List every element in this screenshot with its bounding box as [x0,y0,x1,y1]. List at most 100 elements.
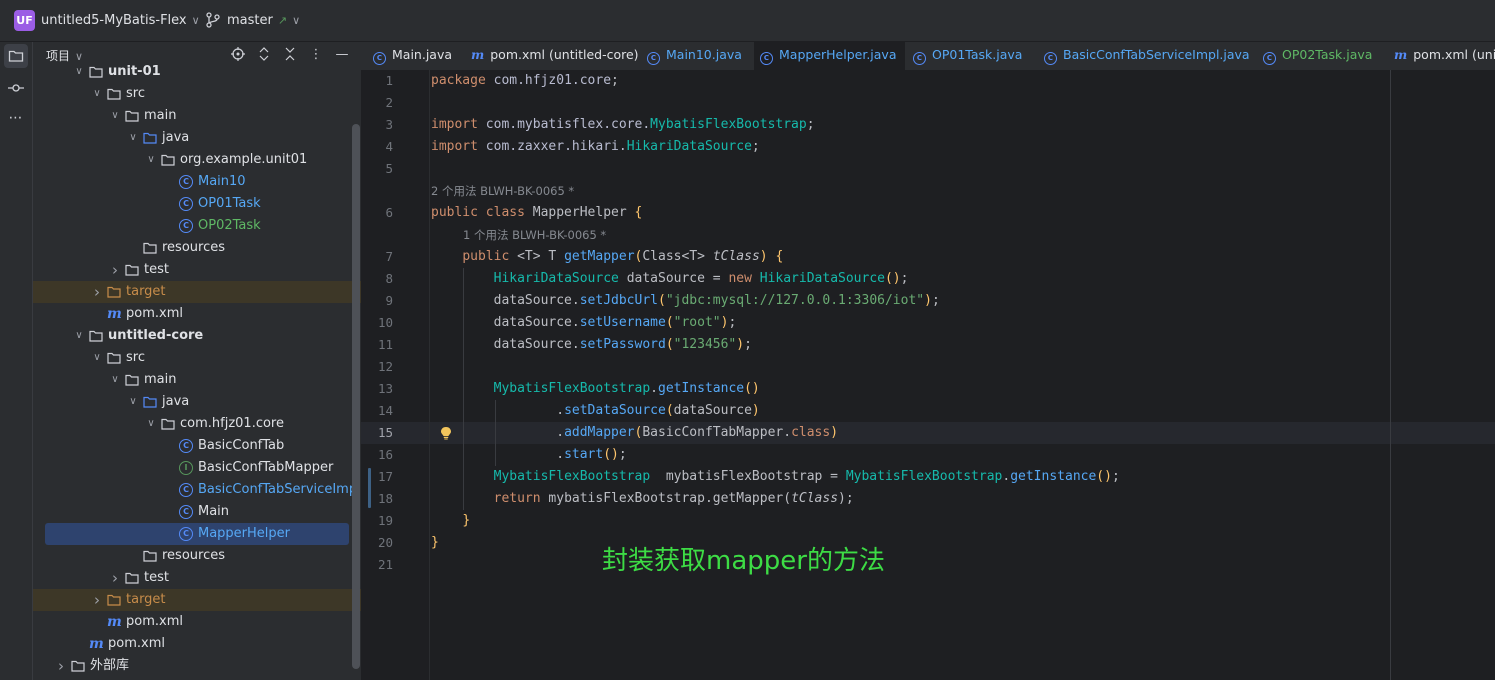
push-arrow-icon: ↗ [277,14,288,27]
code-token: tClass [791,491,839,506]
class-icon: C [1263,52,1276,65]
code-line: .start(); [431,444,626,466]
tree-item-label: test [144,570,169,585]
code-token: BasicConfTabMapper. [642,425,792,440]
code-token: <T> T [517,249,565,264]
code-line: MybatisFlexBootstrap mybatisFlexBootstra… [431,466,1120,488]
folder-icon [125,572,139,584]
chevron-down-icon[interactable]: ∨ [91,83,103,105]
project-badge[interactable]: UF [14,10,35,31]
usage-hint[interactable]: 2 个用法 BLWH-BK-0065 * [431,180,574,202]
chevron-right-icon[interactable]: › [91,589,103,611]
chevron-down-icon[interactable]: ∨ [73,61,85,83]
tree-item[interactable]: › target [33,589,361,611]
tree-item[interactable]: m pom.xml [33,611,361,633]
tree-item[interactable]: C OP01Task [33,193,361,215]
tree-item[interactable]: ∨ java [33,127,361,149]
excluded-folder-icon [107,594,121,606]
code-token: setPassword [579,337,666,352]
chevron-right-icon[interactable]: › [55,655,67,677]
project-tool-button[interactable] [4,44,28,68]
usage-hint[interactable]: 1 个用法 BLWH-BK-0065 * [463,224,606,246]
line-number: 2 [385,95,393,110]
chevron-right-icon[interactable]: › [109,567,121,589]
editor-tab[interactable]: C Main.java [367,42,460,70]
tree-item[interactable]: › 外部库 [33,655,361,677]
chevron-down-icon[interactable]: ∨ [109,105,121,127]
tree-item-label: resources [162,548,226,563]
tree-item[interactable]: › target [33,281,361,303]
tree-item[interactable]: ∨ src [33,83,361,105]
source-folder-icon [143,396,157,408]
commit-tool-button[interactable] [4,76,28,100]
tree-item-label: target [126,284,166,299]
chevron-down-icon[interactable]: ∨ [127,391,139,413]
code-token: () [1096,469,1112,484]
code-token: import [431,117,486,132]
editor-tab[interactable]: m pom.xml (untitled-core) [465,42,647,70]
chevron-down-icon[interactable]: ∨ [127,127,139,149]
code-token: com.mybatisflex.core. [485,117,651,132]
tree-item[interactable]: ∨ unit-01 [33,61,361,83]
chevron-down-icon[interactable]: ∨ [91,347,103,369]
more-tools-button[interactable]: ⋯ [4,106,28,130]
tree-item[interactable]: ∨ main [33,369,361,391]
chevron-down-icon[interactable]: ∨ [109,369,121,391]
line-number: 15 [377,425,393,440]
tree-item[interactable]: resources [33,545,361,567]
code-token: dataSource. [431,315,580,330]
tree-item[interactable]: C Main10 [33,171,361,193]
git-branch-icon [206,12,220,28]
tree-item[interactable]: ∨ untitled-core [33,325,361,347]
tree-item[interactable]: C BasicConfTab [33,435,361,457]
folder-icon [125,110,139,122]
line-number: 6 [385,205,393,220]
tree-item[interactable]: C Main [33,501,361,523]
code-token: } [431,535,439,550]
tree-item[interactable]: ∨ org.example.unit01 [33,149,361,171]
tab-label: BasicConfTabServiceImpl.java [1063,47,1250,62]
tree-item[interactable]: ∨ com.hfjz01.core [33,413,361,435]
commit-icon [8,84,24,92]
chevron-down-icon[interactable]: ∨ [145,413,157,435]
chevron-down-icon[interactable]: ∨ [73,325,85,347]
editor-tab[interactable]: C OP02Task.java [1257,42,1380,70]
right-margin-guide [1390,70,1391,680]
code-token: ; [1111,469,1120,484]
code-token: com.zaxxer.hikari. [485,139,627,154]
code-token: ) [736,337,745,352]
code-token: MybatisFlexBootstrap [493,469,666,484]
tree-item-label: BasicConfTabServiceImpl [198,482,361,497]
tree-item[interactable]: m pom.xml [33,303,361,325]
code-line: } [431,510,470,532]
code-editor[interactable]: 1 2 3 4 5 6 7 8 9 10 11 12 13 14 15 16 17 18 19 20 21 packag… [361,70,1495,680]
module-icon [89,330,103,342]
code-token: ; [744,337,752,352]
chevron-right-icon[interactable]: › [91,281,103,303]
branch-switcher[interactable]: master ↗ ∨ [227,13,300,28]
tree-scrollbar[interactable] [352,124,360,669]
chevron-down-icon[interactable]: ∨ [145,149,157,171]
code-line: import com.zaxxer.hikari.HikariDataSourc… [431,136,760,158]
editor-tab[interactable]: C OP01Task.java [907,42,1030,70]
tree-item[interactable]: resources [33,237,361,259]
chevron-right-icon[interactable]: › [109,259,121,281]
tree-item[interactable]: C BasicConfTabServiceImpl [33,479,361,501]
tree-item[interactable]: ∨ main [33,105,361,127]
tree-item[interactable]: › test [33,567,361,589]
code-token: . [431,403,565,418]
project-switcher[interactable]: untitled5-MyBatis-Flex ∨ [41,13,200,28]
tree-item[interactable]: ∨ src [33,347,361,369]
tree-item[interactable]: I BasicConfTabMapper [33,457,361,479]
tree-item[interactable]: ∨ java [33,391,361,413]
editor-tab[interactable]: m pom.xml (unit-0 [1388,42,1495,70]
tree-item[interactable]: › test [33,259,361,281]
editor-tab[interactable]: C BasicConfTabServiceImpl.java [1038,42,1258,70]
editor-tab[interactable]: C MapperHelper.java [754,42,905,70]
line-number: 19 [377,513,393,528]
editor-tab[interactable]: C Main10.java [641,42,750,70]
tree-item[interactable]: C MapperHelper [45,523,349,545]
tree-item[interactable]: C OP02Task [33,215,361,237]
tree-item[interactable]: m pom.xml [33,633,361,655]
